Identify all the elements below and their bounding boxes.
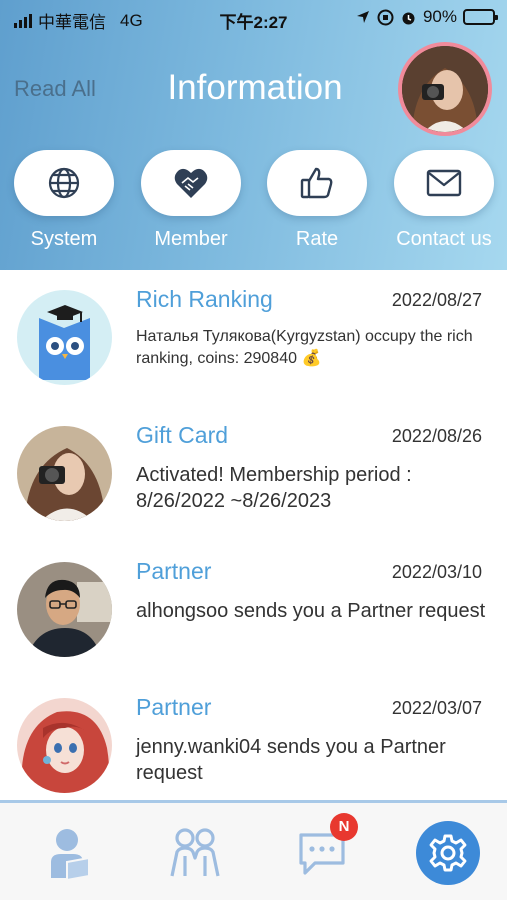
member-button[interactable] bbox=[141, 150, 241, 216]
redhair-illustration-avatar bbox=[17, 698, 112, 793]
battery-icon bbox=[463, 9, 498, 25]
globe-icon bbox=[48, 167, 80, 199]
list-item[interactable]: Rich Ranking 2022/08/27 Наталья Тулякова… bbox=[0, 270, 507, 406]
system-label: System bbox=[30, 228, 98, 250]
message-title: Gift Card bbox=[136, 422, 229, 448]
category-rate[interactable]: Rate bbox=[266, 150, 368, 251]
tab-chat[interactable]: N bbox=[290, 813, 358, 885]
profile-avatar[interactable] bbox=[398, 42, 492, 136]
notification-badge: N bbox=[330, 813, 358, 841]
message-text: jenny.wanki04 sends you a Partner reques… bbox=[136, 736, 446, 784]
rate-label: Rate bbox=[295, 228, 339, 250]
contact-button[interactable] bbox=[394, 150, 494, 216]
list-item[interactable]: Gift Card 2022/08/26 Activated! Membersh… bbox=[0, 406, 507, 542]
message-date: 2022/08/27 bbox=[391, 290, 482, 310]
message-date: 2022/03/07 bbox=[391, 698, 482, 718]
header: 中華電信 4G 下午2:27 90% Read All Information bbox=[0, 0, 507, 270]
battery-percent: 90% bbox=[422, 7, 457, 26]
page-title: Information bbox=[167, 68, 343, 107]
settings-icon bbox=[429, 834, 467, 872]
message-date: 2022/08/26 bbox=[391, 426, 482, 446]
status-bar: 中華電信 4G 下午2:27 90% bbox=[0, 0, 507, 34]
woman-camera-avatar bbox=[17, 426, 112, 521]
people-icon bbox=[170, 828, 220, 877]
message-text: alhongsoo sends you a Partner request bbox=[136, 600, 486, 622]
category-contact[interactable]: Contact us bbox=[393, 150, 495, 251]
alarm-icon bbox=[402, 12, 415, 24]
system-button[interactable] bbox=[14, 150, 114, 216]
tab-profile[interactable] bbox=[38, 821, 102, 885]
heart-handshake-icon bbox=[174, 168, 208, 198]
tab-bar: N bbox=[0, 800, 507, 900]
tab-people[interactable] bbox=[163, 821, 227, 885]
member-label: Member bbox=[154, 228, 228, 250]
location-icon bbox=[356, 11, 369, 23]
list-item[interactable]: Partner 2022/03/07 jenny.wanki04 sends y… bbox=[0, 678, 507, 814]
message-title: Partner bbox=[136, 694, 212, 720]
message-date: 2022/03/10 bbox=[391, 562, 482, 582]
message-title: Partner bbox=[136, 558, 212, 584]
envelope-icon bbox=[426, 169, 462, 197]
thumbs-up-icon bbox=[300, 167, 333, 199]
orientation-lock-icon bbox=[377, 9, 394, 25]
profile-icon bbox=[51, 829, 90, 880]
message-text: Наталья Тулякова(Kyrgyzstan) occupy the … bbox=[136, 328, 473, 367]
rate-button[interactable] bbox=[267, 150, 367, 216]
tab-settings[interactable] bbox=[416, 821, 480, 885]
man-glasses-avatar bbox=[17, 562, 112, 657]
message-text: Activated! Membership period : 8/26/2022… bbox=[136, 464, 412, 512]
read-all-button[interactable]: Read All bbox=[14, 76, 96, 102]
owl-logo-avatar bbox=[17, 290, 112, 385]
message-title: Rich Ranking bbox=[136, 286, 273, 312]
category-member[interactable]: Member bbox=[140, 150, 242, 251]
category-system[interactable]: System bbox=[13, 150, 115, 251]
list-item[interactable]: Partner 2022/03/10 alhongsoo sends you a… bbox=[0, 542, 507, 678]
contact-label: Contact us bbox=[396, 228, 492, 250]
